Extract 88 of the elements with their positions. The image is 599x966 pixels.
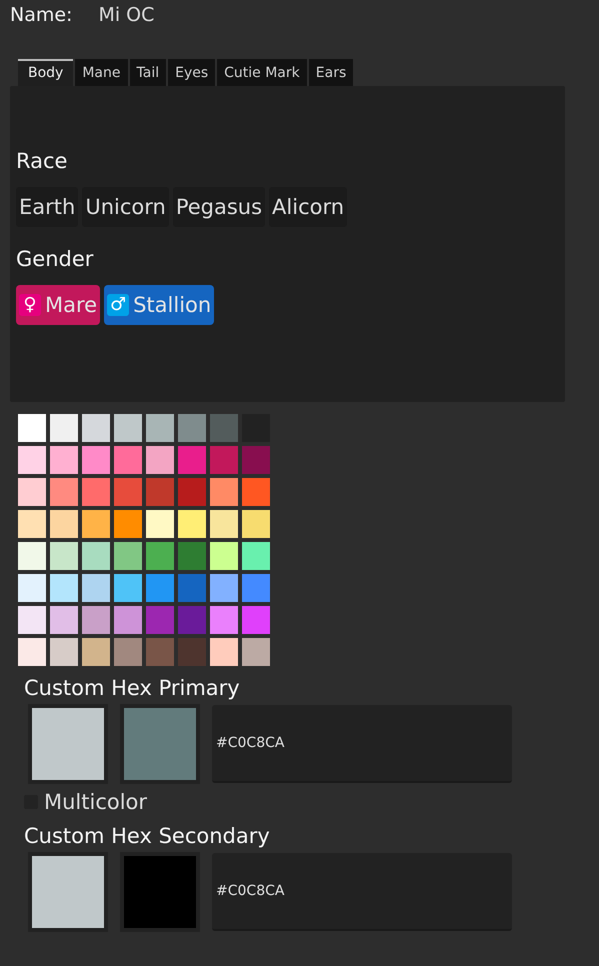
color-swatch[interactable] xyxy=(210,414,238,442)
color-swatch[interactable] xyxy=(82,638,110,666)
hex-input-field[interactable]: #C0C8CA xyxy=(212,853,512,931)
color-swatch[interactable] xyxy=(146,478,174,506)
color-swatch[interactable] xyxy=(114,414,142,442)
color-swatch[interactable] xyxy=(18,478,46,506)
color-swatch[interactable] xyxy=(146,638,174,666)
color-swatch[interactable] xyxy=(50,638,78,666)
color-swatch[interactable] xyxy=(210,446,238,474)
color-swatch[interactable] xyxy=(242,510,270,538)
color-swatch[interactable] xyxy=(114,606,142,634)
color-preview[interactable] xyxy=(28,852,108,932)
color-swatch[interactable] xyxy=(82,446,110,474)
color-preview[interactable] xyxy=(120,852,200,932)
color-swatch[interactable] xyxy=(82,414,110,442)
color-swatch[interactable] xyxy=(50,542,78,570)
color-swatch[interactable] xyxy=(210,542,238,570)
section-heading: Race xyxy=(16,149,68,173)
color-swatch[interactable] xyxy=(242,606,270,634)
tab[interactable]: Tail xyxy=(130,59,166,86)
color-swatch[interactable] xyxy=(242,638,270,666)
color-swatch[interactable] xyxy=(50,606,78,634)
color-swatch[interactable] xyxy=(50,446,78,474)
tab[interactable]: Eyes xyxy=(168,59,216,86)
color-swatch[interactable] xyxy=(146,606,174,634)
color-swatch[interactable] xyxy=(210,510,238,538)
checkbox-label[interactable]: Multicolor xyxy=(44,790,148,814)
section-heading: Custom Hex Primary xyxy=(24,676,241,700)
color-swatch[interactable] xyxy=(242,542,270,570)
race-option[interactable]: Alicorn xyxy=(269,187,348,227)
color-swatch[interactable] xyxy=(114,574,142,602)
tab[interactable]: Ears xyxy=(308,59,354,86)
color-swatch[interactable] xyxy=(178,606,206,634)
color-swatch[interactable] xyxy=(242,574,270,602)
color-swatch[interactable] xyxy=(114,510,142,538)
gender-option[interactable]: ♂ Stallion xyxy=(104,285,214,325)
color-swatch[interactable] xyxy=(210,606,238,634)
color-swatch[interactable] xyxy=(114,478,142,506)
race-option[interactable]: Unicorn xyxy=(82,187,169,227)
name-value: Mi OC xyxy=(98,4,154,28)
color-swatch[interactable] xyxy=(50,478,78,506)
name-label: Name: xyxy=(10,4,72,28)
color-swatch[interactable] xyxy=(178,446,206,474)
tab[interactable]: Mane xyxy=(75,59,128,86)
color-swatch[interactable] xyxy=(50,414,78,442)
color-swatch[interactable] xyxy=(82,478,110,506)
color-swatch[interactable] xyxy=(82,606,110,634)
color-preview[interactable] xyxy=(28,704,108,784)
section-heading: Custom Hex Secondary xyxy=(24,824,271,848)
color-swatch[interactable] xyxy=(50,510,78,538)
race-option[interactable]: Pegasus xyxy=(172,187,266,227)
color-swatch[interactable] xyxy=(82,510,110,538)
color-swatch[interactable] xyxy=(82,574,110,602)
color-swatch[interactable] xyxy=(146,446,174,474)
color-swatch[interactable] xyxy=(210,478,238,506)
color-preview[interactable] xyxy=(120,704,200,784)
tab[interactable]: Body xyxy=(18,59,74,86)
color-swatch[interactable] xyxy=(210,574,238,602)
hex-input-field[interactable]: #C0C8CA xyxy=(212,705,512,783)
color-swatch[interactable] xyxy=(178,510,206,538)
color-swatch[interactable] xyxy=(242,478,270,506)
color-swatch[interactable] xyxy=(18,574,46,602)
color-swatch[interactable] xyxy=(114,446,142,474)
tab[interactable]: Cutie Mark xyxy=(217,59,307,86)
color-swatch[interactable] xyxy=(242,446,270,474)
color-swatch[interactable] xyxy=(146,414,174,442)
race-option[interactable]: Earth xyxy=(16,187,78,227)
color-swatch[interactable] xyxy=(50,574,78,602)
color-swatch[interactable] xyxy=(178,542,206,570)
color-swatch[interactable] xyxy=(178,638,206,666)
color-swatch[interactable] xyxy=(210,638,238,666)
gender-option[interactable]: ♀ Mare xyxy=(16,285,100,325)
color-swatch[interactable] xyxy=(114,638,142,666)
color-swatch[interactable] xyxy=(178,478,206,506)
color-swatch[interactable] xyxy=(178,414,206,442)
color-swatch[interactable] xyxy=(146,542,174,570)
color-swatch[interactable] xyxy=(114,542,142,570)
section-heading: Gender xyxy=(16,247,94,271)
color-swatch[interactable] xyxy=(146,574,174,602)
color-swatch[interactable] xyxy=(146,510,174,538)
color-swatch[interactable] xyxy=(18,414,46,442)
color-swatch[interactable] xyxy=(178,574,206,602)
color-swatch[interactable] xyxy=(18,542,46,570)
color-swatch[interactable] xyxy=(18,446,46,474)
color-swatch[interactable] xyxy=(18,606,46,634)
color-swatch[interactable] xyxy=(82,542,110,570)
color-swatch[interactable] xyxy=(18,638,46,666)
color-swatch[interactable] xyxy=(18,510,46,538)
